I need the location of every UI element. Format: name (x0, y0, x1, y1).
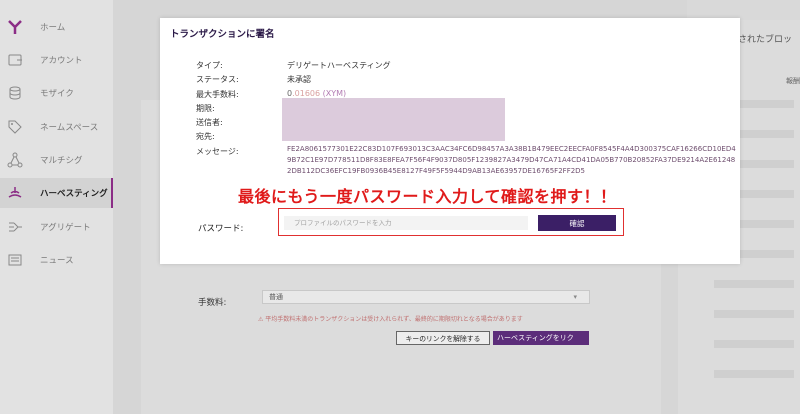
message-value: FE2A8061577301E22C83D107F693013C3AAC34FC… (287, 145, 736, 175)
request-harvesting-button[interactable]: ハーベスティングをリク (493, 331, 589, 345)
sidebar-item-label: モザイク (40, 89, 74, 99)
modal-title: トランザクションに署名 (170, 29, 275, 40)
aggregate-icon (6, 218, 24, 236)
sidebar-item-label: アグリゲート (40, 223, 91, 233)
sign-transaction-modal: トランザクションに署名 タイプ: デリゲートハーベスティング ステータス: 未承… (160, 18, 740, 264)
coins-icon (6, 84, 24, 102)
type-label: タイプ: (196, 61, 223, 70)
sidebar-item-multisig[interactable]: マルチシグ (0, 145, 113, 175)
unlink-key-button[interactable]: キーのリンクを解除する (396, 331, 490, 345)
annotation-text: 最後にもう一度パスワード入力して確認を押す！！ (238, 187, 617, 206)
list-item (714, 280, 794, 288)
fee-select[interactable]: 普通 ▾ (262, 290, 590, 304)
list-item (714, 370, 794, 378)
list-item (714, 340, 794, 348)
deadline-label: 期限: (196, 104, 215, 113)
max-fee-value: 0.01606 (XYM) (287, 89, 346, 98)
password-input[interactable] (284, 216, 528, 230)
max-fee-unit: (XYM) (322, 89, 347, 98)
sidebar-item-label: ネームスペース (40, 123, 99, 133)
reward-column-header: 報酬 (786, 77, 800, 85)
news-icon (6, 251, 24, 269)
tag-icon (6, 118, 24, 136)
harvest-icon (6, 184, 24, 202)
max-fee-label: 最大手数料: (196, 90, 239, 99)
status-value: 未承認 (287, 75, 311, 84)
sidebar-item-label: マルチシグ (40, 156, 83, 166)
redacted-region (282, 98, 505, 141)
sidebar-item-namespace[interactable]: ネームスペース (0, 112, 113, 142)
y-logo-icon (6, 18, 24, 36)
sidebar-item-aggregate[interactable]: アグリゲート (0, 212, 113, 242)
sender-label: 送信者: (196, 118, 223, 127)
sidebar: ホーム アカウント モザイク ネームスペース マルチシグ ハーベスティング アグ… (0, 0, 113, 414)
sidebar-item-home[interactable]: ホーム (0, 12, 113, 42)
sidebar-item-harvesting[interactable]: ハーベスティング (0, 178, 113, 208)
list-item (714, 310, 794, 318)
type-value: デリゲートハーベスティング (287, 61, 391, 70)
sidebar-item-label: ホーム (40, 23, 66, 33)
account-icon (6, 51, 24, 69)
sidebar-item-mosaic[interactable]: モザイク (0, 78, 113, 108)
max-fee-decimal: .01606 (292, 89, 321, 98)
sidebar-item-label: ハーベスティング (40, 189, 108, 199)
panel-title: されたブロッ (738, 35, 793, 45)
sidebar-item-label: ニュース (40, 256, 74, 266)
chevron-down-icon: ▾ (573, 293, 577, 301)
password-label: パスワード: (198, 224, 244, 234)
confirm-button[interactable]: 確認 (538, 215, 616, 231)
fee-label: 手数料: (198, 298, 227, 308)
status-label: ステータス: (196, 75, 239, 84)
recipient-label: 宛先: (196, 132, 215, 141)
fee-warning: ⚠ 平均手数料未満のトランザクションは受け入れられず、最終的に期限切れとなる場合… (258, 316, 523, 323)
fee-select-value: 普通 (269, 293, 283, 301)
message-label: メッセージ: (196, 147, 239, 156)
sidebar-item-account[interactable]: アカウント (0, 45, 113, 75)
sidebar-item-label: アカウント (40, 56, 83, 66)
sidebar-item-news[interactable]: ニュース (0, 245, 113, 275)
network-icon (6, 151, 24, 169)
